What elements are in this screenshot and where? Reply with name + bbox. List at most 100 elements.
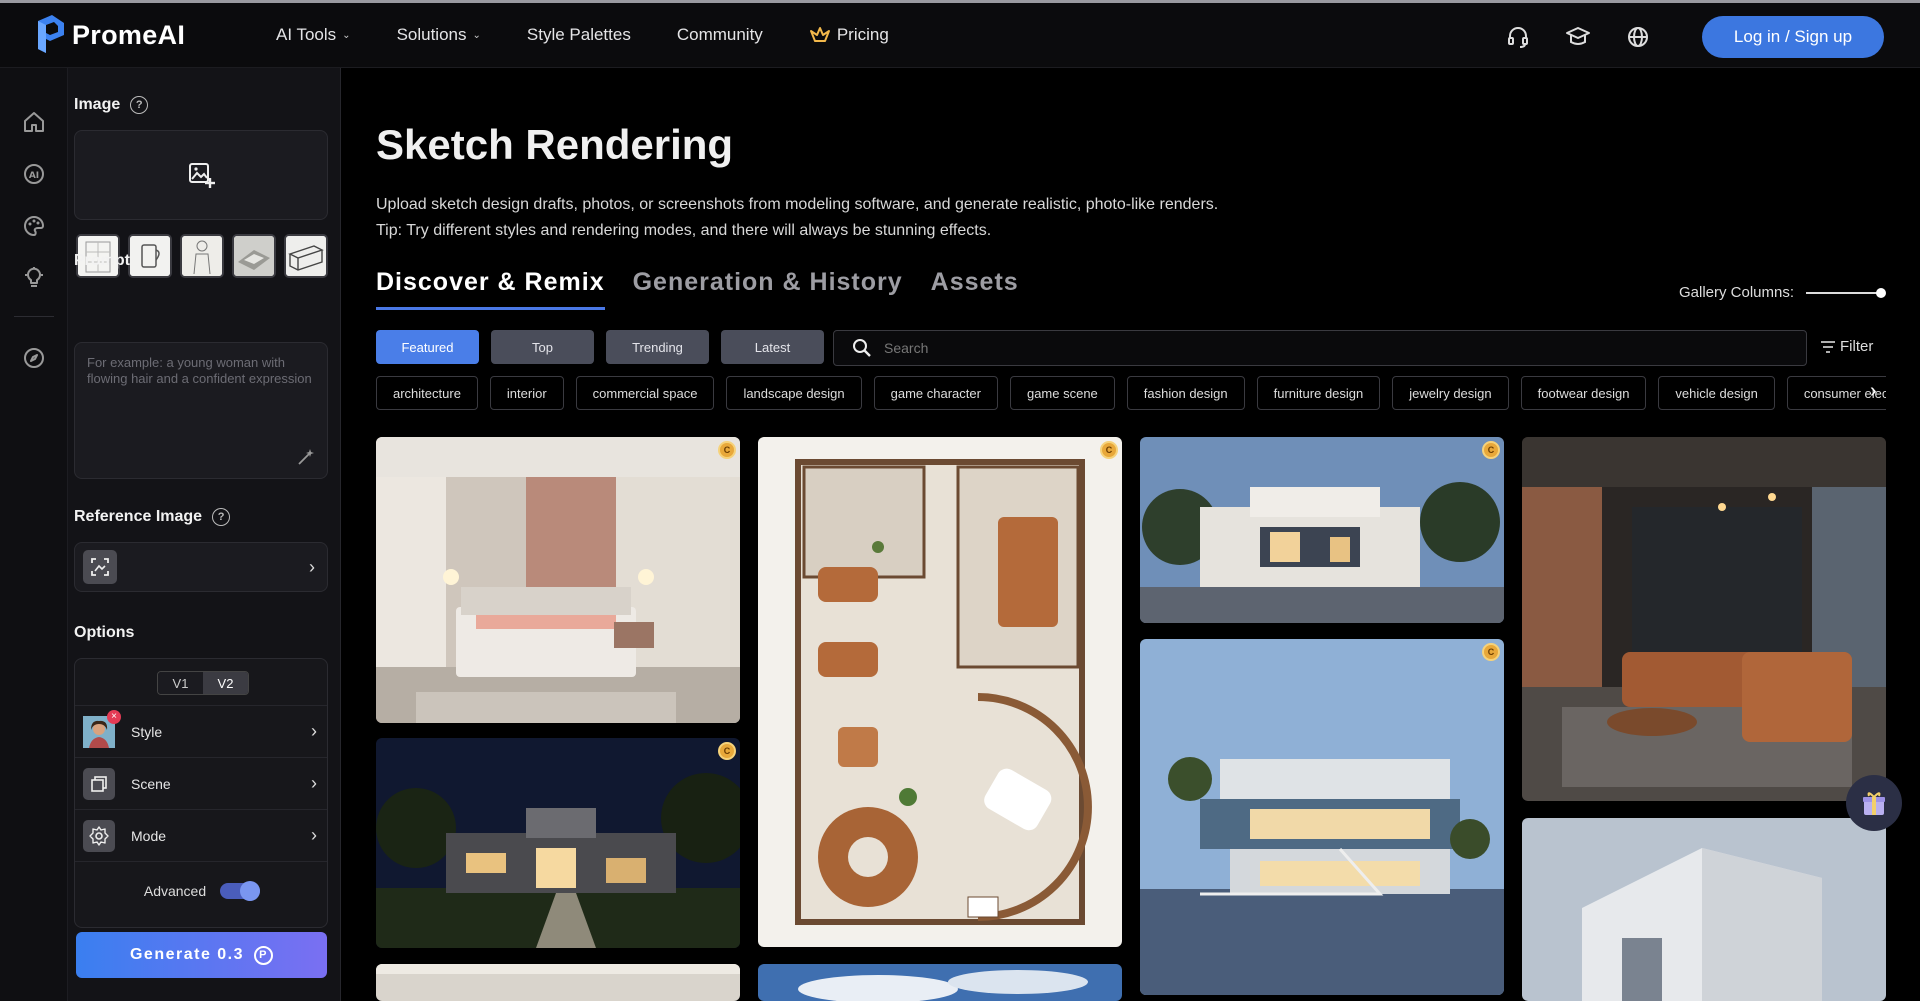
copyright-badge-icon: C [1482,643,1500,661]
gallery-card-partial[interactable] [376,964,740,1001]
sample-thumbnail[interactable] [128,234,172,278]
image-upload-dropzone[interactable] [74,130,328,220]
category-chip[interactable]: fashion design [1126,376,1245,410]
gallery-columns-slider[interactable] [1806,287,1887,298]
option-row-scene[interactable]: Scene › [75,757,327,809]
sky-render-image [758,964,1122,1001]
description-line: Upload sketch design drafts, photos, or … [376,196,1219,213]
category-chip[interactable]: game character [873,376,998,410]
category-chip[interactable]: landscape design [726,376,862,410]
tab-generation-history[interactable]: Generation & History [633,268,903,310]
gallery-card-white-cube[interactable] [1522,818,1886,1001]
chevron-right-icon: › [311,721,317,741]
tab-discover-remix[interactable]: Discover & Remix [376,268,605,310]
generate-label: Generate 0.3 [129,946,245,963]
help-icon[interactable]: ? [130,96,149,114]
nav-label: AI Tools [276,25,337,44]
reference-image-selector[interactable]: › [74,542,328,592]
section-title-text: Reference Image [74,508,203,525]
category-chip[interactable]: commercial space [575,376,715,410]
gallery-card-bedroom[interactable]: C [376,437,740,723]
option-label: Scene [131,775,171,792]
category-chip[interactable]: interior [489,376,564,410]
brand-logo[interactable]: PromeAI [36,15,236,55]
option-label: Style [131,723,163,740]
tab-assets[interactable]: Assets [931,268,1019,310]
content-tabs: Discover & Remix Generation & History As… [376,268,1019,310]
gallery-card-living-room[interactable] [1522,437,1886,801]
graduation-cap-icon[interactable] [1564,23,1592,51]
nav-solutions[interactable]: Solutions ⌄ [397,25,481,45]
nav-style-palettes[interactable]: Style Palettes [527,25,631,45]
gift-icon[interactable] [1846,775,1902,831]
home-icon[interactable] [20,108,48,136]
chevron-right-icon[interactable]: › [1870,380,1877,403]
generate-button[interactable]: Generate 0.3 P [76,932,327,978]
version-v2-button[interactable]: V2 [203,672,248,694]
nav-community[interactable]: Community [677,25,763,45]
top-nav-bar: PromeAI AI Tools ⌄ Solutions ⌄ Style Pal… [0,0,1920,68]
category-chip[interactable]: jewelry design [1392,376,1509,410]
remove-style-icon[interactable]: × [107,709,121,724]
option-row-mode[interactable]: Mode › [75,809,327,861]
category-chip[interactable]: architecture [376,376,478,410]
modern-villa-render-image [1140,437,1504,623]
category-chip[interactable]: game scene [1009,376,1115,410]
headset-icon[interactable] [1504,23,1532,51]
category-chip[interactable]: footwear design [1520,376,1647,410]
brand-name: PromeAI [72,19,186,50]
category-chip[interactable]: furniture design [1256,376,1381,410]
nav-pricing[interactable]: Pricing [809,25,889,45]
gallery-card-modern-villa[interactable]: C [1140,437,1504,623]
login-signup-button[interactable]: Log in / Sign up [1702,16,1884,58]
pill-featured[interactable]: Featured [376,330,479,364]
advanced-toggle[interactable] [220,881,261,901]
filter-button[interactable]: Filter [1820,338,1873,355]
options-box: V1 V2 × Style › Scene › Mode › Advanced [74,658,328,928]
chevron-right-icon: › [311,825,317,845]
nav-label: Style Palettes [526,25,631,44]
palette-icon[interactable] [20,212,48,240]
lightbulb-icon[interactable] [20,264,48,292]
credit-coin-icon: P [254,945,274,965]
nav-ai-tools[interactable]: AI Tools ⌄ [276,25,351,45]
globe-icon[interactable] [1624,23,1652,51]
prompt-input[interactable] [75,343,327,478]
description-tip: Tip: Try different styles and rendering … [376,222,992,239]
main-content: Sketch Rendering Upload sketch design dr… [342,68,1920,1001]
top-right-actions: Log in / Sign up [1504,16,1884,58]
sample-thumbnail[interactable] [180,234,224,278]
version-v1-button[interactable]: V1 [158,672,203,694]
copyright-badge-icon: C [718,441,736,459]
pill-top[interactable]: Top [491,330,594,364]
sample-thumbnail[interactable] [284,234,328,278]
gallery-card-glass-building[interactable]: C [1140,639,1504,995]
advanced-row: Advanced [75,881,327,901]
ai-icon[interactable]: AI [20,160,48,188]
crown-basket-icon [809,27,830,42]
living-room-render-image [1522,437,1886,801]
sample-thumbnail[interactable] [232,234,276,278]
filter-icon [1821,340,1835,353]
svg-text:AI: AI [29,171,39,181]
pill-latest[interactable]: Latest [721,330,824,364]
gallery-card-floor-plan[interactable]: C [758,437,1122,947]
glass-building-render-image [1140,639,1504,995]
section-title-text: Image [74,96,121,113]
magic-wand-icon[interactable] [297,448,315,466]
search-input[interactable] [884,340,1784,356]
sort-pills: Featured Top Trending Latest [376,330,824,364]
gallery-card-night-house[interactable]: C [376,738,740,948]
compass-icon[interactable] [20,344,48,372]
category-chip[interactable]: vehicle design [1658,376,1775,410]
pill-trending[interactable]: Trending [606,330,709,364]
section-title-text: Prompt [74,252,130,269]
help-icon[interactable]: ? [212,508,231,526]
advanced-label: Advanced [143,883,207,899]
section-title-text: Options [74,624,135,641]
gallery-columns-control: Gallery Columns: [1679,284,1887,301]
gallery-card-sky[interactable] [758,964,1122,1001]
copyright-badge-icon: C [1482,441,1500,459]
option-row-style[interactable]: × Style › [75,705,327,757]
chevron-right-icon: › [311,773,317,793]
